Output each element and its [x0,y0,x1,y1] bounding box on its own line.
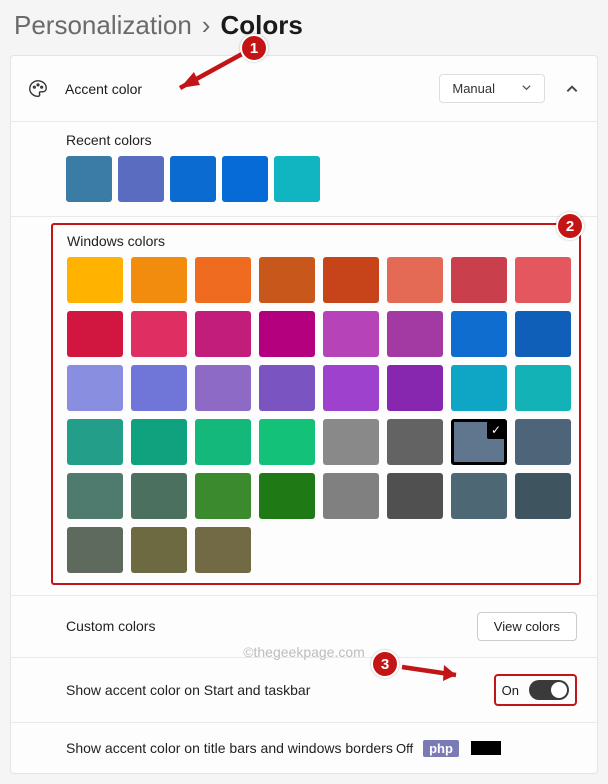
windows-color-swatch[interactable] [323,311,379,357]
windows-color-swatch[interactable] [259,365,315,411]
accent-mode-value: Manual [452,81,495,96]
windows-color-swatch[interactable] [259,473,315,519]
windows-color-swatch[interactable]: ✓ [451,419,507,465]
windows-color-swatch[interactable] [515,365,571,411]
accent-taskbar-state: On [502,683,519,698]
windows-colors-label: Windows colors [67,233,569,249]
windows-color-swatch[interactable] [131,473,187,519]
callout-1-arrow [160,50,250,100]
windows-color-swatch[interactable] [387,473,443,519]
chevron-right-icon: › [202,10,211,41]
windows-color-swatch[interactable] [67,473,123,519]
windows-color-swatch[interactable] [323,365,379,411]
recent-color-swatch[interactable] [66,156,112,202]
windows-color-swatch[interactable] [323,257,379,303]
callout-3: 3 [371,650,399,678]
windows-colors-grid: ✓ [67,257,569,573]
accent-color-title: Accent color [65,81,439,97]
recent-color-swatch[interactable] [222,156,268,202]
windows-color-swatch[interactable] [515,257,571,303]
accent-title-state: Off [396,741,413,756]
recent-color-swatch[interactable] [274,156,320,202]
accent-taskbar-toggle[interactable] [529,680,569,700]
windows-color-swatch[interactable] [451,257,507,303]
windows-color-swatch[interactable] [515,473,571,519]
windows-color-swatch[interactable] [259,311,315,357]
recent-colors-row [66,156,557,202]
windows-color-swatch[interactable] [259,257,315,303]
accent-color-panel: Accent color Manual Recent colors Window… [10,55,598,774]
brand-tail [471,741,501,755]
palette-icon [27,78,49,100]
windows-color-swatch[interactable] [451,311,507,357]
view-colors-button[interactable]: View colors [477,612,577,641]
windows-color-swatch[interactable] [387,257,443,303]
breadcrumb-parent[interactable]: Personalization [14,10,192,41]
windows-color-swatch[interactable] [451,365,507,411]
accent-title-row: Show accent color on title bars and wind… [11,722,597,773]
chevron-down-icon [521,81,532,96]
breadcrumb: Personalization › Colors [10,10,598,41]
windows-color-swatch[interactable] [195,365,251,411]
recent-colors-label: Recent colors [66,132,557,148]
recent-colors-section: Recent colors [11,122,597,217]
callout-3-arrow [398,657,478,683]
windows-color-swatch[interactable] [195,473,251,519]
accent-taskbar-toggle-highlight: On [494,674,577,706]
windows-color-swatch[interactable] [131,419,187,465]
windows-color-swatch[interactable] [195,527,251,573]
windows-color-swatch[interactable] [451,473,507,519]
windows-color-swatch[interactable] [515,311,571,357]
recent-color-swatch[interactable] [118,156,164,202]
windows-color-swatch[interactable] [515,419,571,465]
custom-colors-row: Custom colors View colors [11,595,597,657]
windows-color-swatch[interactable] [259,419,315,465]
windows-color-swatch[interactable] [131,365,187,411]
windows-color-swatch[interactable] [387,311,443,357]
windows-color-swatch[interactable] [387,419,443,465]
windows-color-swatch[interactable] [131,311,187,357]
windows-color-swatch[interactable] [67,257,123,303]
windows-color-swatch[interactable] [323,419,379,465]
chevron-up-icon[interactable] [563,80,581,98]
callout-1: 1 [240,34,268,62]
windows-color-swatch[interactable] [323,473,379,519]
custom-colors-label: Custom colors [66,617,477,635]
php-badge: php [423,740,459,757]
windows-color-swatch[interactable] [131,257,187,303]
windows-color-swatch[interactable] [67,365,123,411]
accent-title-toggle-group: Off php [396,740,501,757]
windows-color-swatch[interactable] [387,365,443,411]
windows-color-swatch[interactable] [195,311,251,357]
accent-taskbar-row: Show accent color on Start and taskbar O… [11,657,597,722]
accent-title-label: Show accent color on title bars and wind… [66,739,396,757]
check-icon: ✓ [487,421,505,439]
windows-colors-highlight: Windows colors ✓ [51,223,581,585]
callout-2: 2 [556,212,584,240]
windows-color-swatch[interactable] [195,419,251,465]
accent-color-header[interactable]: Accent color Manual [11,56,597,122]
windows-color-swatch[interactable] [67,419,123,465]
accent-mode-dropdown[interactable]: Manual [439,74,545,103]
windows-color-swatch[interactable] [67,527,123,573]
windows-color-swatch[interactable] [195,257,251,303]
accent-taskbar-label: Show accent color on Start and taskbar [66,681,494,699]
recent-color-swatch[interactable] [170,156,216,202]
windows-color-swatch[interactable] [131,527,187,573]
windows-color-swatch[interactable] [67,311,123,357]
